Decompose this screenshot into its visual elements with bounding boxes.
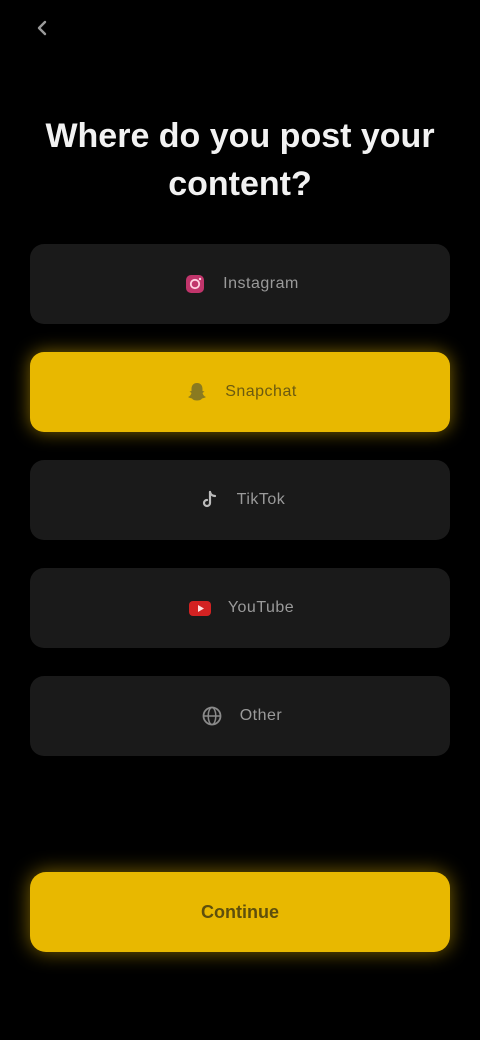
platform-options: Instagram Snapchat TikTok YouTube Other: [30, 244, 450, 756]
globe-icon: [198, 702, 226, 730]
tiktok-icon: [195, 486, 223, 514]
snapchat-ghost-icon: [183, 378, 211, 406]
option-other[interactable]: Other: [30, 676, 450, 756]
chevron-left-icon[interactable]: [32, 17, 54, 39]
continue-button-label: Continue: [201, 901, 279, 922]
option-label: Snapchat: [225, 383, 297, 400]
page-title: Where do you post your content?: [45, 117, 435, 203]
top-bar: [32, 14, 62, 42]
option-youtube[interactable]: YouTube: [30, 568, 450, 648]
option-label: Instagram: [223, 275, 299, 292]
option-instagram[interactable]: Instagram: [30, 244, 450, 324]
option-label: Other: [239, 707, 283, 724]
continue-button[interactable]: Continue: [30, 872, 450, 952]
option-label: TikTok: [236, 491, 286, 508]
youtube-icon: [186, 594, 214, 622]
option-label: YouTube: [227, 599, 295, 616]
option-tiktok[interactable]: TikTok: [30, 460, 450, 540]
option-snapchat[interactable]: Snapchat: [30, 352, 450, 432]
instagram-icon: [181, 270, 209, 298]
